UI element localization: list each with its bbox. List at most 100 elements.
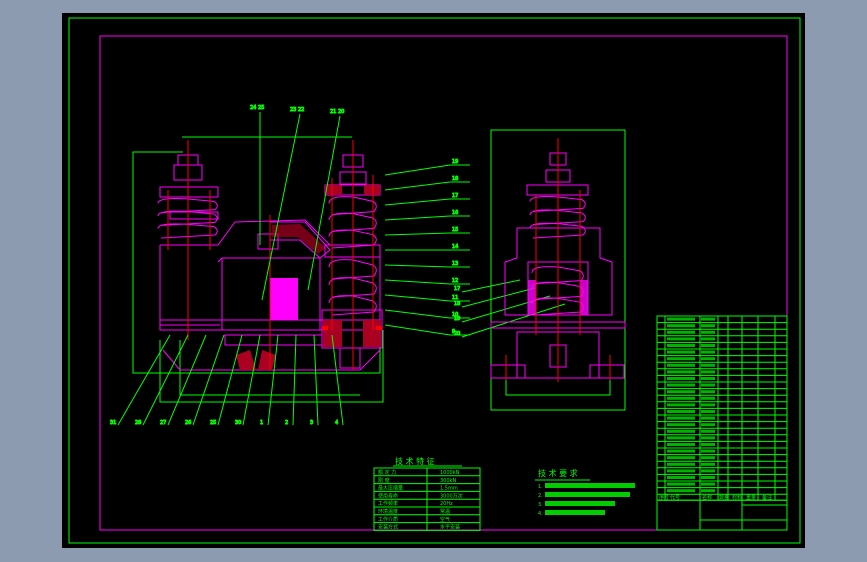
- part-name: [701, 449, 715, 453]
- spec-value: 1.5mm: [440, 486, 458, 492]
- part-name: [701, 357, 715, 361]
- balloon-number: 3: [310, 420, 313, 426]
- balloon-number: 18: [452, 176, 458, 182]
- part-name: [701, 344, 715, 347]
- part-name: [701, 429, 715, 433]
- part-name: [701, 416, 715, 420]
- tech-req-title: 技 术 要 求: [538, 468, 578, 478]
- part-name: [701, 317, 715, 321]
- spec-label: 环境温度: [378, 508, 398, 515]
- balloon-number: 31: [110, 420, 116, 426]
- part-name: [701, 443, 715, 446]
- balloon-number: 27: [160, 420, 166, 426]
- part-code: [667, 330, 695, 334]
- part-name: [701, 390, 715, 394]
- requirement-number: 4.: [538, 511, 543, 517]
- spec-value: 20Hz: [440, 501, 453, 507]
- tech-spec-title: 技 术 特 征: [395, 456, 435, 466]
- balloon-number: 19: [452, 159, 458, 165]
- balloon-number: 30: [235, 420, 241, 426]
- part-code: [667, 390, 695, 394]
- coil-block: [270, 278, 298, 320]
- spec-label: 工作介质: [378, 516, 398, 523]
- part-name: [701, 350, 715, 354]
- requirement-text: [545, 510, 605, 515]
- part-name: [701, 330, 715, 334]
- balloon-number: 14: [452, 244, 458, 250]
- spec-value: 空气: [440, 516, 450, 523]
- part-code: [667, 469, 695, 473]
- cad-drawing: 24 25 23 22 21 2019181716151413121110931 28…: [62, 13, 805, 548]
- part-code: [667, 324, 695, 328]
- requirement-text: [545, 501, 615, 506]
- part-code: [667, 456, 695, 460]
- part-code: [667, 377, 695, 380]
- part-name: [701, 423, 715, 427]
- requirement-number: 1.: [538, 484, 543, 490]
- spec-value: 1000kN: [440, 470, 460, 476]
- balloon-number: 28: [135, 420, 141, 426]
- part-code: [667, 350, 695, 354]
- balloon-number: 15: [452, 227, 458, 233]
- part-code: [667, 482, 695, 486]
- spec-label: 刚 度: [378, 477, 390, 484]
- part-code: [667, 462, 695, 466]
- spec-value: 300kN: [440, 478, 456, 484]
- balloon-number: 2: [285, 420, 288, 426]
- part-name: [701, 403, 715, 407]
- part-code: [667, 403, 695, 407]
- part-code: [667, 449, 695, 453]
- part-code: [667, 476, 695, 479]
- part-code: [667, 423, 695, 427]
- part-name: [701, 476, 715, 479]
- requirement-text: [545, 483, 635, 488]
- part-name: [701, 482, 715, 486]
- spec-value: 3000万次: [440, 492, 463, 499]
- requirement-number: 3.: [538, 502, 543, 508]
- balloon-number: 23 22: [290, 107, 304, 113]
- part-name: [701, 462, 715, 466]
- requirement-text: [545, 492, 630, 497]
- part-code: [667, 357, 695, 361]
- spec-value: 水平安装: [440, 524, 460, 531]
- balloon-number: 21 20: [330, 109, 344, 115]
- spec-label: 额 定 力: [378, 469, 396, 476]
- part-code: [667, 317, 695, 321]
- part-name: [701, 396, 715, 400]
- balloon-number: 17: [454, 286, 460, 292]
- balloon-number: 24 25: [250, 105, 264, 111]
- part-code: [667, 396, 695, 400]
- spec-value: 常温: [440, 508, 450, 515]
- part-name: [701, 456, 715, 460]
- requirement-number: 2.: [538, 493, 543, 499]
- balloon-number: 26: [185, 420, 191, 426]
- spec-label: 最大压缩量: [378, 485, 403, 492]
- part-name: [701, 377, 715, 380]
- balloon-number: 1: [260, 420, 263, 426]
- part-code: [667, 489, 695, 493]
- part-code: [667, 410, 695, 413]
- part-name: [701, 370, 715, 374]
- balloon-number: 12: [452, 278, 458, 284]
- part-name: [701, 383, 715, 387]
- part-name: [701, 324, 715, 328]
- balloon-number: 17: [452, 193, 458, 199]
- part-code: [667, 363, 695, 367]
- part-name: [701, 469, 715, 473]
- balloon-number: 4: [335, 420, 338, 426]
- balloon-number: 25: [210, 420, 216, 426]
- balloon-number: 13: [452, 261, 458, 267]
- part-code: [667, 436, 695, 440]
- part-name: [701, 363, 715, 367]
- part-name: [701, 337, 715, 341]
- part-name: [701, 489, 715, 493]
- part-code: [667, 443, 695, 446]
- part-code: [667, 344, 695, 347]
- part-code: [667, 416, 695, 420]
- balloon-number: 16: [452, 210, 458, 216]
- balloon-number: 18: [454, 301, 460, 307]
- part-code: [667, 383, 695, 387]
- part-name: [701, 436, 715, 440]
- part-code: [667, 370, 695, 374]
- spec-label: 安装方式: [378, 524, 398, 531]
